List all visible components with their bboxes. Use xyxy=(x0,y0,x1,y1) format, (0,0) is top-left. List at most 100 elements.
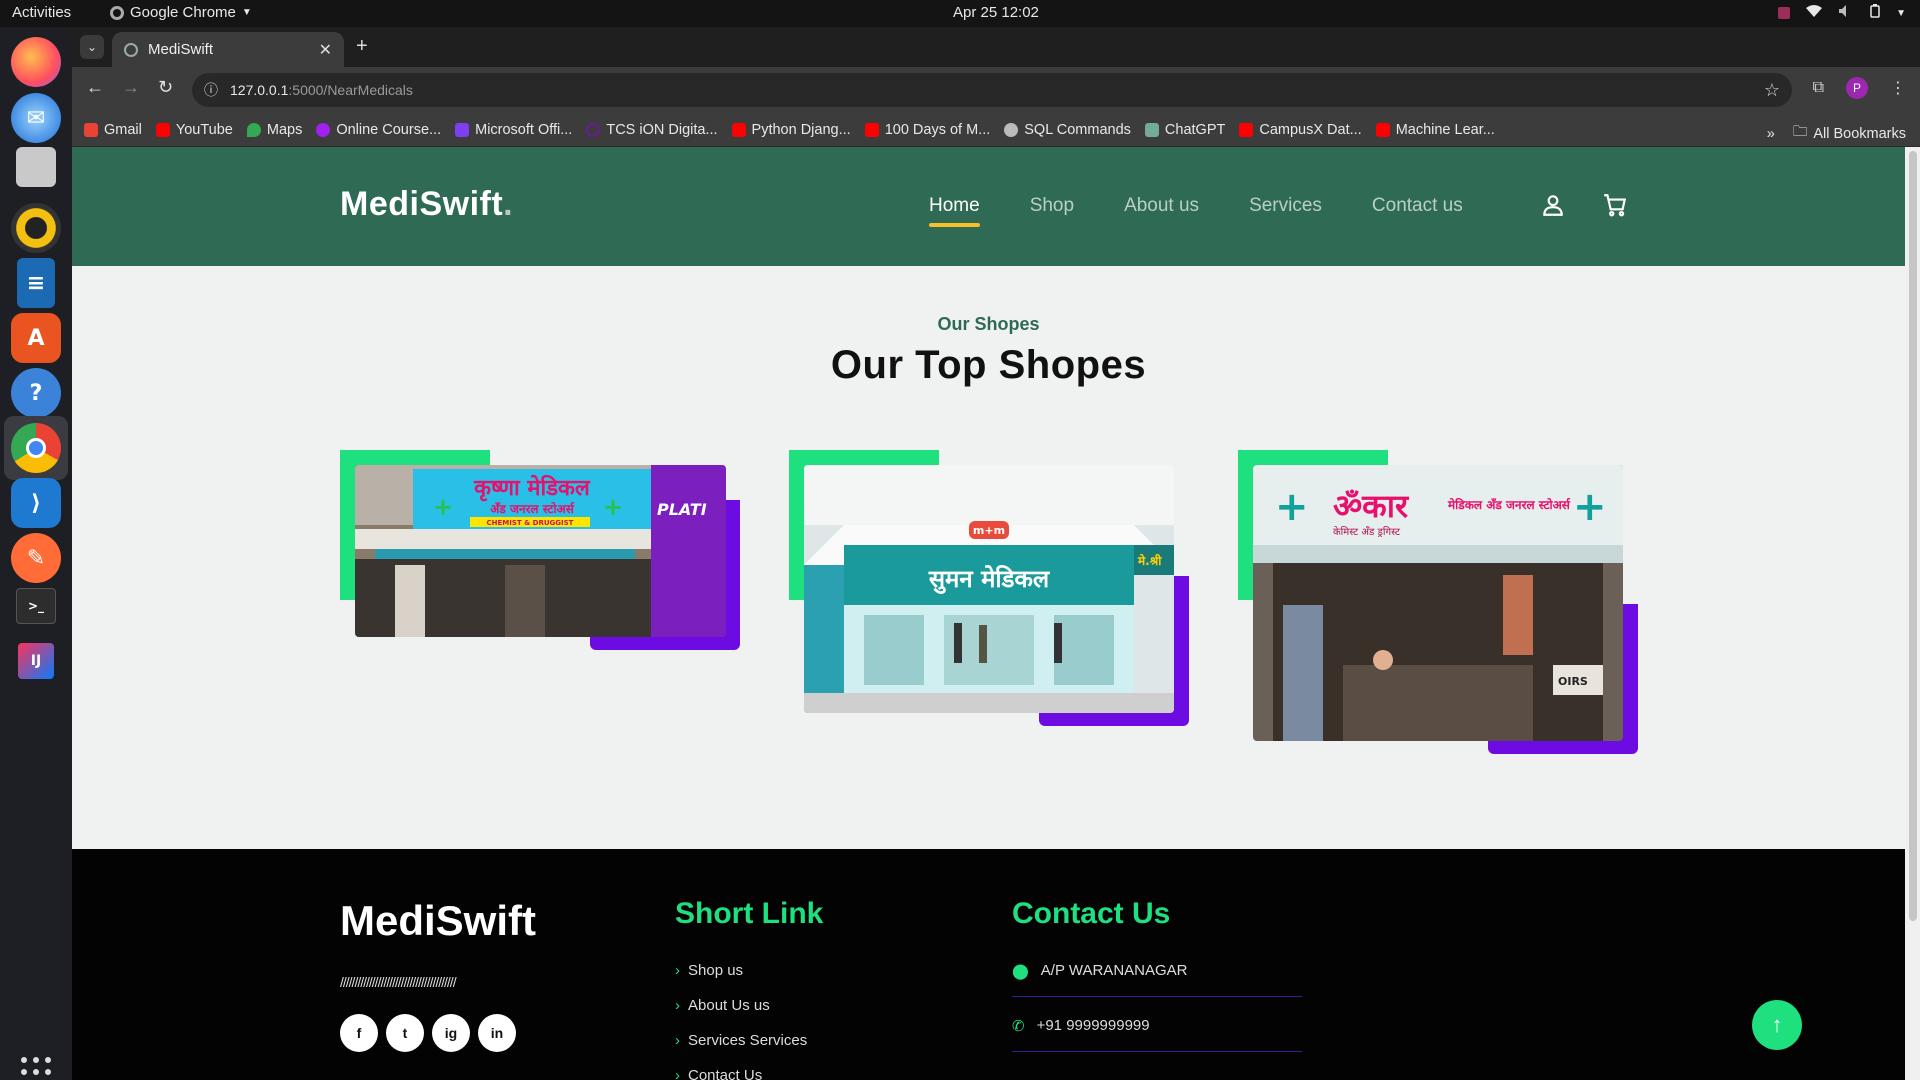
address-bar[interactable]: ⓘ 127.0.0.1:5000/NearMedicals ☆ xyxy=(192,73,1792,107)
footer-link-contact[interactable]: › Contact Us xyxy=(675,1067,807,1080)
short-links: › Shop us › About Us us › Services Services… xyxy=(675,962,807,1080)
contact-phone[interactable]: ✆ +91 9999999999 xyxy=(1012,1017,1302,1052)
thunderbird-icon[interactable]: ✉ xyxy=(11,93,61,143)
files-icon[interactable] xyxy=(16,147,56,187)
rhythmbox-icon[interactable] xyxy=(11,203,61,253)
profile-avatar[interactable]: P xyxy=(1846,77,1868,99)
nav-home[interactable]: Home xyxy=(929,195,980,227)
bookmark-chatgpt[interactable]: ChatGPT xyxy=(1144,122,1225,138)
bookmark-microsoft-office[interactable]: Microsoft Offi... xyxy=(455,122,572,138)
shop-card[interactable]: + ॐकार मेडिकल अँड जनरल स्टोअर्स केमिस्ट … xyxy=(1238,450,1638,760)
bookmark-tcs-ion[interactable]: TCS iON Digita... xyxy=(586,122,718,138)
chevron-right-icon: › xyxy=(675,1032,680,1049)
maps-icon xyxy=(246,122,261,137)
gmail-icon xyxy=(84,122,98,137)
page-viewport: MediSwift. Home Shop About us Services C… xyxy=(72,147,1905,1080)
bookmark-maps[interactable]: Maps xyxy=(246,122,302,138)
site-logo[interactable]: MediSwift. xyxy=(340,185,513,224)
reload-icon[interactable]: ↻ xyxy=(158,77,173,98)
site-header: MediSwift. Home Shop About us Services C… xyxy=(72,147,1905,266)
shop-sign-cross-right: + xyxy=(603,493,623,521)
back-icon[interactable]: ← xyxy=(86,77,104,98)
chevron-right-icon: › xyxy=(675,997,680,1014)
back-to-top-button[interactable]: ↑ xyxy=(1752,1000,1802,1050)
shop-sign-text: कृष्णा मेडिकल xyxy=(473,474,591,502)
app-center-icon[interactable]: A xyxy=(11,313,61,363)
battery-icon xyxy=(1870,4,1880,22)
shop-side-banner: OIRS xyxy=(1558,675,1588,688)
tab-search-button[interactable]: ⌄ xyxy=(80,35,104,59)
forward-icon[interactable]: → xyxy=(122,77,140,98)
bookmark-python-django[interactable]: Python Djang... xyxy=(731,122,851,138)
dock: ✉ ≡ A ? ⟩ ✎ >_ IJ xyxy=(0,27,72,1080)
user-icon[interactable] xyxy=(1540,192,1566,223)
activities-button[interactable]: Activities xyxy=(12,4,71,21)
shop-sign-tag: CHEMIST & DRUGGIST xyxy=(487,519,574,527)
shop-sign-text: ॐकार xyxy=(1333,487,1410,525)
chrome-center-icon xyxy=(26,438,46,458)
bookmark-100-days[interactable]: 100 Days of M... xyxy=(864,122,990,138)
bookmark-youtube[interactable]: YouTube xyxy=(155,122,233,138)
nav-services[interactable]: Services xyxy=(1249,195,1322,217)
bookmark-star-icon[interactable]: ☆ xyxy=(1764,80,1780,101)
vscode-icon[interactable]: ⟩ xyxy=(11,478,61,528)
intellij-icon[interactable]: IJ xyxy=(18,643,54,679)
shop-card[interactable]: m+m सुमन मेडिकल मे.श्री xyxy=(789,450,1189,730)
chevron-right-icon: › xyxy=(675,1067,680,1080)
terminal-icon[interactable]: >_ xyxy=(16,588,56,624)
bookmark-gmail[interactable]: Gmail xyxy=(84,122,142,138)
footer-link-about[interactable]: › About Us us xyxy=(675,997,807,1014)
shop-sign-subtext: मेडिकल अँड जनरल स्टोअर्स xyxy=(1447,498,1571,512)
system-tray[interactable]: ▼ xyxy=(1778,4,1906,22)
bookmark-sql-commands[interactable]: SQL Commands xyxy=(1004,122,1131,138)
bookmark-machine-learning[interactable]: Machine Lear... xyxy=(1375,122,1495,138)
nav-about-us[interactable]: About us xyxy=(1124,195,1199,217)
browser-tab-strip: ⌄ MediSwift ✕ + xyxy=(72,27,1920,67)
tab-title: MediSwift xyxy=(148,41,214,58)
show-apps-icon[interactable] xyxy=(21,1057,51,1080)
wifi-icon xyxy=(1806,4,1823,22)
more-bookmarks-icon[interactable]: » xyxy=(1767,126,1775,142)
main-nav: Home Shop About us Services Contact us xyxy=(929,195,1463,227)
scrollbar-thumb[interactable] xyxy=(1909,151,1917,921)
new-tab-button[interactable]: + xyxy=(356,35,368,58)
instagram-icon[interactable]: ig xyxy=(432,1014,470,1052)
shop-side-banner: PLATI xyxy=(657,500,707,519)
chrome-menu-icon[interactable]: ⋮ xyxy=(1890,78,1906,98)
bookmark-campusx[interactable]: CampusX Dat... xyxy=(1239,122,1362,138)
map-marker-icon: ⬤ xyxy=(1012,963,1029,980)
app-menu[interactable]: Google Chrome ▼ xyxy=(110,4,252,21)
all-bookmarks-folder[interactable]: 🗀 All Bookmarks xyxy=(1793,121,1906,146)
nav-contact-us[interactable]: Contact us xyxy=(1372,195,1463,217)
cart-icon[interactable] xyxy=(1602,192,1628,223)
contact-info: ⬤ A/P WARANANAGAR ✆ +91 9999999999 xyxy=(1012,962,1302,1072)
writer-icon[interactable]: ≡ xyxy=(17,258,55,308)
clock[interactable]: Apr 25 12:02 xyxy=(953,4,1039,21)
shop-card[interactable]: कृष्णा मेडिकल अँड जनरल स्टोअर्स CHEMIST … xyxy=(340,450,740,650)
chrome-icon[interactable] xyxy=(11,423,61,473)
linkedin-icon[interactable]: in xyxy=(478,1014,516,1052)
shop-image: + ॐकार मेडिकल अँड जनरल स्टोअर्स केमिस्ट … xyxy=(1253,465,1623,741)
extensions-icon[interactable]: ⧉ xyxy=(1813,79,1824,97)
footer-logo: MediSwift xyxy=(340,897,536,944)
help-icon[interactable]: ? xyxy=(11,368,61,418)
nav-shop[interactable]: Shop xyxy=(1030,195,1074,217)
postman-icon[interactable]: ✎ xyxy=(11,533,61,583)
page-scrollbar[interactable] xyxy=(1905,147,1920,1080)
facebook-icon[interactable]: f xyxy=(340,1014,378,1052)
microsoft-office-icon xyxy=(455,122,470,137)
footer-link-shop[interactable]: › Shop us xyxy=(675,962,807,979)
section-subtitle: Our Shopes xyxy=(937,314,1040,334)
tcs-ion-icon xyxy=(586,122,601,137)
chevron-right-icon: › xyxy=(675,962,680,979)
footer-link-services[interactable]: › Services Services xyxy=(675,1032,807,1049)
bookmark-online-course[interactable]: Online Course... xyxy=(316,122,441,138)
shop-sign-cross-right: + xyxy=(1573,484,1607,530)
firefox-icon[interactable] xyxy=(11,37,61,87)
footer-divider-text: //////////////////////////////////////// xyxy=(340,974,457,990)
tab-close-icon[interactable]: ✕ xyxy=(319,40,332,60)
browser-tab[interactable]: MediSwift ✕ xyxy=(112,32,344,67)
url-path: :5000/NearMedicals xyxy=(288,82,413,98)
site-info-icon[interactable]: ⓘ xyxy=(204,80,218,100)
twitter-icon[interactable]: t xyxy=(386,1014,424,1052)
